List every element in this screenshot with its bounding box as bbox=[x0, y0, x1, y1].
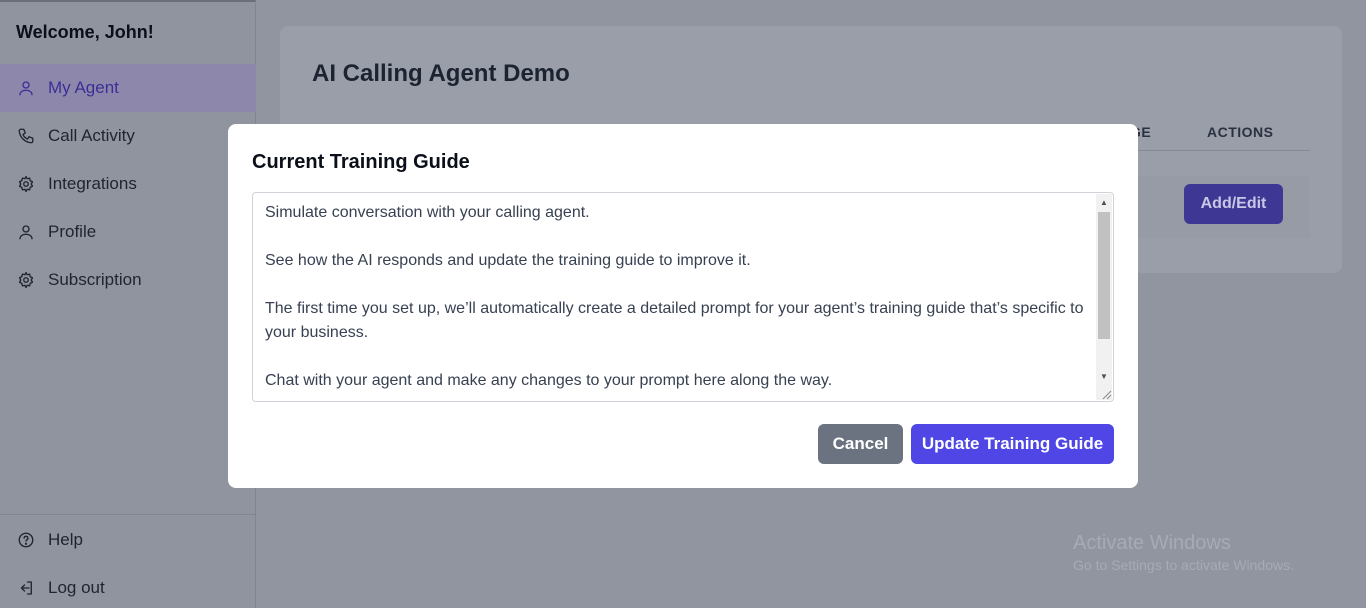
sidebar-item-call-activity[interactable]: Call Activity bbox=[0, 112, 256, 160]
sidebar-item-integrations[interactable]: Integrations bbox=[0, 160, 256, 208]
user-icon bbox=[16, 78, 36, 98]
logout-icon bbox=[16, 578, 36, 598]
sidebar-item-profile[interactable]: Profile bbox=[0, 208, 256, 256]
training-guide-textarea[interactable]: Simulate conversation with your calling … bbox=[252, 192, 1114, 402]
activate-windows-subtitle: Go to Settings to activate Windows. bbox=[1073, 557, 1294, 573]
sidebar-item-label: Call Activity bbox=[48, 126, 135, 145]
update-training-guide-button[interactable]: Update Training Guide bbox=[911, 424, 1114, 464]
phone-icon bbox=[16, 126, 36, 146]
sidebar-item-help[interactable]: Help bbox=[0, 516, 256, 564]
sidebar-item-label: Profile bbox=[48, 222, 97, 241]
user-icon bbox=[16, 222, 36, 242]
sidebar-nav: My Agent Call Activity Integrations Prof… bbox=[0, 64, 256, 304]
scroll-up-arrow-icon[interactable]: ▲ bbox=[1096, 194, 1112, 210]
welcome-heading: Welcome, John! bbox=[16, 22, 154, 42]
add-edit-button[interactable]: Add/Edit bbox=[1184, 184, 1283, 224]
page-title: AI Calling Agent Demo bbox=[312, 60, 570, 87]
training-guide-modal: Current Training Guide Simulate conversa… bbox=[228, 124, 1138, 488]
sidebar-item-label: My Agent bbox=[48, 78, 119, 97]
resize-handle-icon[interactable] bbox=[1098, 386, 1112, 400]
cancel-button[interactable]: Cancel bbox=[818, 424, 903, 464]
column-header-actions: ACTIONS bbox=[1207, 124, 1274, 140]
activate-windows-title: Activate Windows bbox=[1073, 532, 1231, 554]
scrollbar-thumb[interactable] bbox=[1098, 212, 1110, 339]
modal-title: Current Training Guide bbox=[252, 151, 470, 173]
sidebar-item-label: Log out bbox=[48, 578, 105, 597]
sidebar-item-label: Subscription bbox=[48, 270, 142, 289]
gear-icon bbox=[16, 270, 36, 290]
sidebar-item-label: Integrations bbox=[48, 174, 137, 193]
sidebar: Welcome, John! My Agent Call Activity In… bbox=[0, 0, 256, 608]
textarea-scrollbar[interactable]: ▲ ▼ bbox=[1096, 194, 1112, 400]
sidebar-item-label: Help bbox=[48, 530, 83, 549]
sidebar-item-logout[interactable]: Log out bbox=[0, 564, 256, 608]
sidebar-item-my-agent[interactable]: My Agent bbox=[0, 64, 256, 112]
sidebar-bottom-nav: Help Log out bbox=[0, 514, 256, 608]
training-guide-text[interactable]: Simulate conversation with your calling … bbox=[265, 201, 1091, 393]
scroll-down-arrow-icon[interactable]: ▼ bbox=[1096, 368, 1112, 384]
help-circle-icon bbox=[16, 530, 36, 550]
gear-icon bbox=[16, 174, 36, 194]
sidebar-item-subscription[interactable]: Subscription bbox=[0, 256, 256, 304]
